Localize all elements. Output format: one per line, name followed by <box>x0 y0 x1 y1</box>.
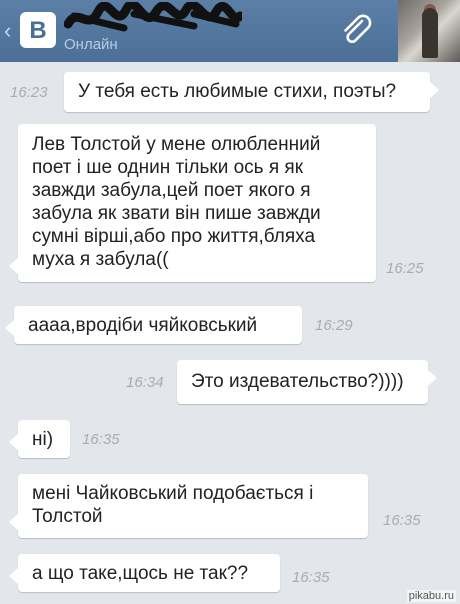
message-bubble-outgoing[interactable]: Это издевательство?)))) <box>177 360 437 404</box>
paperclip-icon[interactable] <box>340 14 374 48</box>
message-bubble-incoming[interactable]: Лев Толстой у мене олюбленний поет і ше … <box>9 124 376 282</box>
vk-logo[interactable]: В <box>20 12 56 48</box>
chevron-left-icon[interactable]: ‹ <box>4 20 11 42</box>
message-time: 16:34 <box>126 374 164 391</box>
message-bubble-incoming[interactable]: аааа,вродіби чяйковський <box>5 306 302 344</box>
contact-name-redacted <box>64 2 242 32</box>
message-time: 16:29 <box>315 317 353 334</box>
watermark: pikabu.ru <box>406 590 456 602</box>
message-bubble-incoming[interactable]: мені Чайковський подобається і Толстой <box>9 474 368 538</box>
message-time: 16:23 <box>10 84 48 101</box>
contact-status: Онлайн <box>64 36 118 53</box>
message-list[interactable]: 16:23 У тебя есть любимые стихи, поэты? … <box>0 62 460 604</box>
message-bubble-outgoing[interactable]: У тебя есть любимые стихи, поэты? <box>64 72 439 112</box>
message-time: 16:25 <box>386 260 424 277</box>
message-bubble-incoming[interactable]: а що таке,щось не так?? <box>9 554 280 592</box>
message-time: 16:35 <box>82 431 120 448</box>
avatar[interactable] <box>398 0 460 62</box>
message-bubble-incoming[interactable]: ні) <box>9 420 70 458</box>
top-bar: ‹ В Онлайн <box>0 0 460 62</box>
message-time: 16:35 <box>292 569 330 586</box>
message-time: 16:35 <box>383 512 421 529</box>
